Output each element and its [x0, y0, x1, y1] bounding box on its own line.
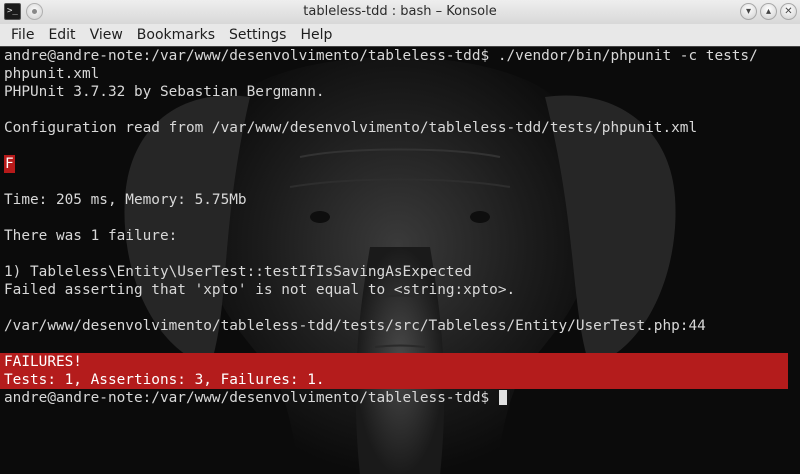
terminal-line: phpunit.xml — [4, 66, 100, 82]
close-button[interactable]: ✕ — [780, 3, 797, 20]
terminal-line: Time: 205 ms, Memory: 5.75Mb — [4, 192, 247, 208]
menu-bar: File Edit View Bookmarks Settings Help — [0, 24, 800, 46]
minimize-button[interactable]: ▾ — [740, 3, 757, 20]
menu-settings[interactable]: Settings — [222, 24, 293, 46]
menu-view[interactable]: View — [83, 24, 130, 46]
title-bar[interactable]: >_ tableless-tdd : bash – Konsole ▾ ▴ ✕ — [0, 0, 800, 25]
terminal-line-progress: F — [4, 155, 796, 173]
terminal-line: 1) Tableless\Entity\UserTest::testIfIsSa… — [4, 264, 472, 280]
text-cursor — [498, 389, 507, 405]
menu-help[interactable]: Help — [293, 24, 339, 46]
konsole-window: >_ tableless-tdd : bash – Konsole ▾ ▴ ✕ … — [0, 0, 800, 474]
terminal-line: Failed asserting that 'xpto' is not equa… — [4, 282, 516, 298]
terminal-prompt-line[interactable]: andre@andre-note:/var/www/desenvolviment… — [4, 389, 796, 407]
terminal-line: There was 1 failure: — [4, 228, 178, 244]
terminal-line: /var/www/desenvolvimento/tableless-tdd/t… — [4, 318, 706, 334]
terminal-area[interactable]: andre@andre-note:/var/www/desenvolviment… — [0, 46, 800, 474]
shell-prompt: andre@andre-note:/var/www/desenvolviment… — [4, 390, 498, 406]
menu-file[interactable]: File — [4, 24, 41, 46]
menu-bookmarks[interactable]: Bookmarks — [130, 24, 222, 46]
terminal-line: andre@andre-note:/var/www/desenvolviment… — [4, 48, 758, 64]
failure-summary-line: FAILURES! — [4, 354, 82, 370]
window-title: tableless-tdd : bash – Konsole — [303, 4, 497, 19]
terminal-line: PHPUnit 3.7.32 by Sebastian Bergmann. — [4, 84, 325, 100]
failure-summary-block: FAILURES! Tests: 1, Assertions: 3, Failu… — [0, 353, 788, 389]
menu-edit[interactable]: Edit — [41, 24, 82, 46]
failure-summary-line: Tests: 1, Assertions: 3, Failures: 1. — [4, 372, 325, 388]
test-failure-marker: F — [4, 155, 15, 173]
maximize-button[interactable]: ▴ — [760, 3, 777, 20]
terminal-output: andre@andre-note:/var/www/desenvolviment… — [0, 47, 796, 407]
terminal-line: Configuration read from /var/www/desenvo… — [4, 120, 698, 136]
